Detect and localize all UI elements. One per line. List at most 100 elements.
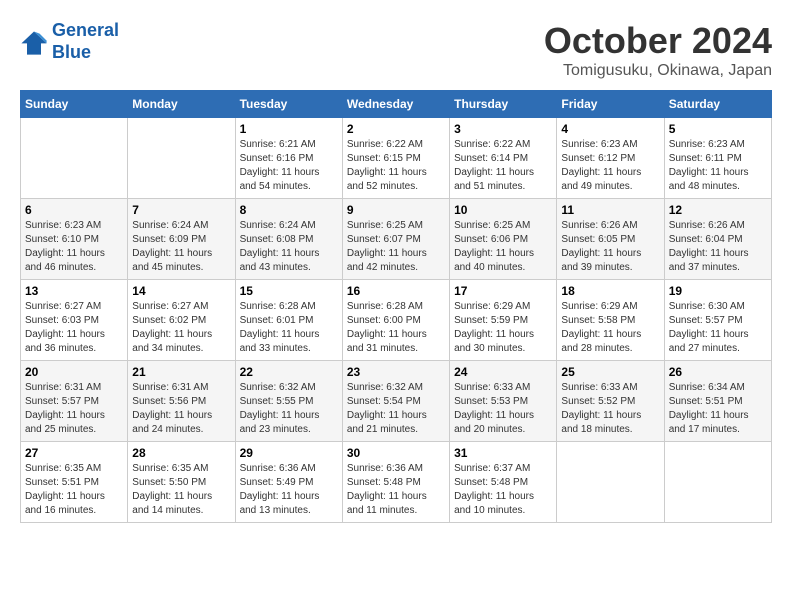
calendar-cell-w3d7: 19 Sunrise: 6:30 AM Sunset: 5:57 PM Dayli…: [664, 280, 771, 361]
calendar-cell-w2d5: 10Sunrise: 6:25 AM Sunset: 6:06 PM Dayli…: [450, 199, 557, 280]
day-info: Sunrise: 6:22 AM Sunset: 6:14 PM Dayligh…: [454, 138, 552, 194]
day-number: 18: [561, 284, 659, 298]
day-number: 16: [347, 284, 445, 298]
calendar-cell-w2d7: 12 Sunrise: 6:26 AM Sunset: 6:04 PM Dayli…: [664, 199, 771, 280]
day-info: Sunrise: 6:37 AM Sunset: 5:48 PM Dayligh…: [454, 462, 552, 518]
day-number: 22: [240, 365, 338, 379]
day-number: 4: [561, 122, 659, 136]
logo-line2: Blue: [52, 42, 91, 62]
day-info: Sunrise: 6:23 AM Sunset: 6:11 PM Dayligh…: [669, 138, 767, 194]
week-row-4: 20 Sunrise: 6:31 AM Sunset: 5:57 PM Dayli…: [21, 361, 772, 442]
calendar-cell-w3d2: 14 Sunrise: 6:27 AM Sunset: 6:02 PM Dayli…: [128, 280, 235, 361]
day-number: 29: [240, 446, 338, 460]
day-info: Sunrise: 6:32 AM Sunset: 5:54 PM Dayligh…: [347, 381, 445, 437]
day-number: 7: [132, 203, 230, 217]
calendar-cell-w5d3: 29 Sunrise: 6:36 AM Sunset: 5:49 PM Dayli…: [235, 442, 342, 523]
calendar-cell-w3d1: 13Sunrise: 6:27 AM Sunset: 6:03 PM Dayli…: [21, 280, 128, 361]
day-number: 2: [347, 122, 445, 136]
day-number: 5: [669, 122, 767, 136]
day-info: Sunrise: 6:25 AM Sunset: 6:07 PM Dayligh…: [347, 219, 445, 275]
day-number: 21: [132, 365, 230, 379]
day-info: Sunrise: 6:36 AM Sunset: 5:49 PM Dayligh…: [240, 462, 338, 518]
day-number: 15: [240, 284, 338, 298]
logo-text: General Blue: [52, 20, 119, 63]
week-row-5: 27Sunrise: 6:35 AM Sunset: 5:51 PM Dayli…: [21, 442, 772, 523]
calendar-cell-w4d6: 25 Sunrise: 6:33 AM Sunset: 5:52 PM Dayli…: [557, 361, 664, 442]
day-info: Sunrise: 6:32 AM Sunset: 5:55 PM Dayligh…: [240, 381, 338, 437]
day-info: Sunrise: 6:34 AM Sunset: 5:51 PM Dayligh…: [669, 381, 767, 437]
day-number: 26: [669, 365, 767, 379]
weekday-header-monday: Monday: [128, 91, 235, 118]
day-number: 9: [347, 203, 445, 217]
calendar-cell-w4d4: 23 Sunrise: 6:32 AM Sunset: 5:54 PM Dayli…: [342, 361, 449, 442]
logo-icon: [20, 28, 48, 56]
main-title: October 2024: [544, 20, 772, 62]
day-number: 10: [454, 203, 552, 217]
calendar-cell-w4d2: 21 Sunrise: 6:31 AM Sunset: 5:56 PM Dayli…: [128, 361, 235, 442]
day-info: Sunrise: 6:22 AM Sunset: 6:15 PM Dayligh…: [347, 138, 445, 194]
calendar-cell-w5d1: 27Sunrise: 6:35 AM Sunset: 5:51 PM Dayli…: [21, 442, 128, 523]
calendar-cell-w3d3: 15 Sunrise: 6:28 AM Sunset: 6:01 PM Dayli…: [235, 280, 342, 361]
calendar-cell-w2d1: 6Sunrise: 6:23 AM Sunset: 6:10 PM Daylig…: [21, 199, 128, 280]
day-info: Sunrise: 6:26 AM Sunset: 6:04 PM Dayligh…: [669, 219, 767, 275]
day-number: 12: [669, 203, 767, 217]
day-info: Sunrise: 6:28 AM Sunset: 6:00 PM Dayligh…: [347, 300, 445, 356]
day-number: 20: [25, 365, 123, 379]
calendar-cell-w5d4: 30Sunrise: 6:36 AM Sunset: 5:48 PM Dayli…: [342, 442, 449, 523]
calendar-cell-w4d7: 26 Sunrise: 6:34 AM Sunset: 5:51 PM Dayli…: [664, 361, 771, 442]
calendar-cell-w5d7: [664, 442, 771, 523]
day-info: Sunrise: 6:27 AM Sunset: 6:02 PM Dayligh…: [132, 300, 230, 356]
calendar-cell-w1d4: 2 Sunrise: 6:22 AM Sunset: 6:15 PM Daylig…: [342, 118, 449, 199]
day-number: 1: [240, 122, 338, 136]
calendar-table: SundayMondayTuesdayWednesdayThursdayFrid…: [20, 90, 772, 523]
week-row-1: 1 Sunrise: 6:21 AM Sunset: 6:16 PM Daylig…: [21, 118, 772, 199]
weekday-header-row: SundayMondayTuesdayWednesdayThursdayFrid…: [21, 91, 772, 118]
calendar-cell-w3d4: 16 Sunrise: 6:28 AM Sunset: 6:00 PM Dayli…: [342, 280, 449, 361]
calendar-cell-w2d4: 9 Sunrise: 6:25 AM Sunset: 6:07 PM Daylig…: [342, 199, 449, 280]
title-block: October 2024 Tomigusuku, Okinawa, Japan: [544, 20, 772, 80]
calendar-cell-w2d2: 7Sunrise: 6:24 AM Sunset: 6:09 PM Daylig…: [128, 199, 235, 280]
day-number: 11: [561, 203, 659, 217]
day-number: 30: [347, 446, 445, 460]
calendar-cell-w1d5: 3 Sunrise: 6:22 AM Sunset: 6:14 PM Daylig…: [450, 118, 557, 199]
calendar-cell-w3d5: 17 Sunrise: 6:29 AM Sunset: 5:59 PM Dayli…: [450, 280, 557, 361]
day-info: Sunrise: 6:31 AM Sunset: 5:57 PM Dayligh…: [25, 381, 123, 437]
day-info: Sunrise: 6:30 AM Sunset: 5:57 PM Dayligh…: [669, 300, 767, 356]
day-number: 19: [669, 284, 767, 298]
calendar-cell-w4d5: 24 Sunrise: 6:33 AM Sunset: 5:53 PM Dayli…: [450, 361, 557, 442]
day-number: 23: [347, 365, 445, 379]
day-info: Sunrise: 6:33 AM Sunset: 5:52 PM Dayligh…: [561, 381, 659, 437]
weekday-header-sunday: Sunday: [21, 91, 128, 118]
calendar-cell-w5d2: 28Sunrise: 6:35 AM Sunset: 5:50 PM Dayli…: [128, 442, 235, 523]
day-number: 17: [454, 284, 552, 298]
day-number: 8: [240, 203, 338, 217]
day-number: 14: [132, 284, 230, 298]
day-number: 3: [454, 122, 552, 136]
day-info: Sunrise: 6:35 AM Sunset: 5:50 PM Dayligh…: [132, 462, 230, 518]
weekday-header-tuesday: Tuesday: [235, 91, 342, 118]
calendar-cell-w1d3: 1 Sunrise: 6:21 AM Sunset: 6:16 PM Daylig…: [235, 118, 342, 199]
weekday-header-wednesday: Wednesday: [342, 91, 449, 118]
day-number: 24: [454, 365, 552, 379]
week-row-2: 6Sunrise: 6:23 AM Sunset: 6:10 PM Daylig…: [21, 199, 772, 280]
logo-line1: General: [52, 20, 119, 40]
calendar-cell-w5d5: 31 Sunrise: 6:37 AM Sunset: 5:48 PM Dayli…: [450, 442, 557, 523]
calendar-cell-w1d7: 5 Sunrise: 6:23 AM Sunset: 6:11 PM Daylig…: [664, 118, 771, 199]
calendar-cell-w4d3: 22 Sunrise: 6:32 AM Sunset: 5:55 PM Dayli…: [235, 361, 342, 442]
day-info: Sunrise: 6:28 AM Sunset: 6:01 PM Dayligh…: [240, 300, 338, 356]
day-info: Sunrise: 6:31 AM Sunset: 5:56 PM Dayligh…: [132, 381, 230, 437]
calendar-cell-w1d1: [21, 118, 128, 199]
calendar-cell-w5d6: [557, 442, 664, 523]
logo: General Blue: [20, 20, 119, 63]
weekday-header-saturday: Saturday: [664, 91, 771, 118]
calendar-cell-w2d6: 11 Sunrise: 6:26 AM Sunset: 6:05 PM Dayli…: [557, 199, 664, 280]
weekday-header-friday: Friday: [557, 91, 664, 118]
day-info: Sunrise: 6:29 AM Sunset: 5:59 PM Dayligh…: [454, 300, 552, 356]
day-info: Sunrise: 6:21 AM Sunset: 6:16 PM Dayligh…: [240, 138, 338, 194]
day-info: Sunrise: 6:26 AM Sunset: 6:05 PM Dayligh…: [561, 219, 659, 275]
weekday-header-thursday: Thursday: [450, 91, 557, 118]
day-number: 25: [561, 365, 659, 379]
day-info: Sunrise: 6:33 AM Sunset: 5:53 PM Dayligh…: [454, 381, 552, 437]
calendar-cell-w4d1: 20 Sunrise: 6:31 AM Sunset: 5:57 PM Dayli…: [21, 361, 128, 442]
day-number: 31: [454, 446, 552, 460]
